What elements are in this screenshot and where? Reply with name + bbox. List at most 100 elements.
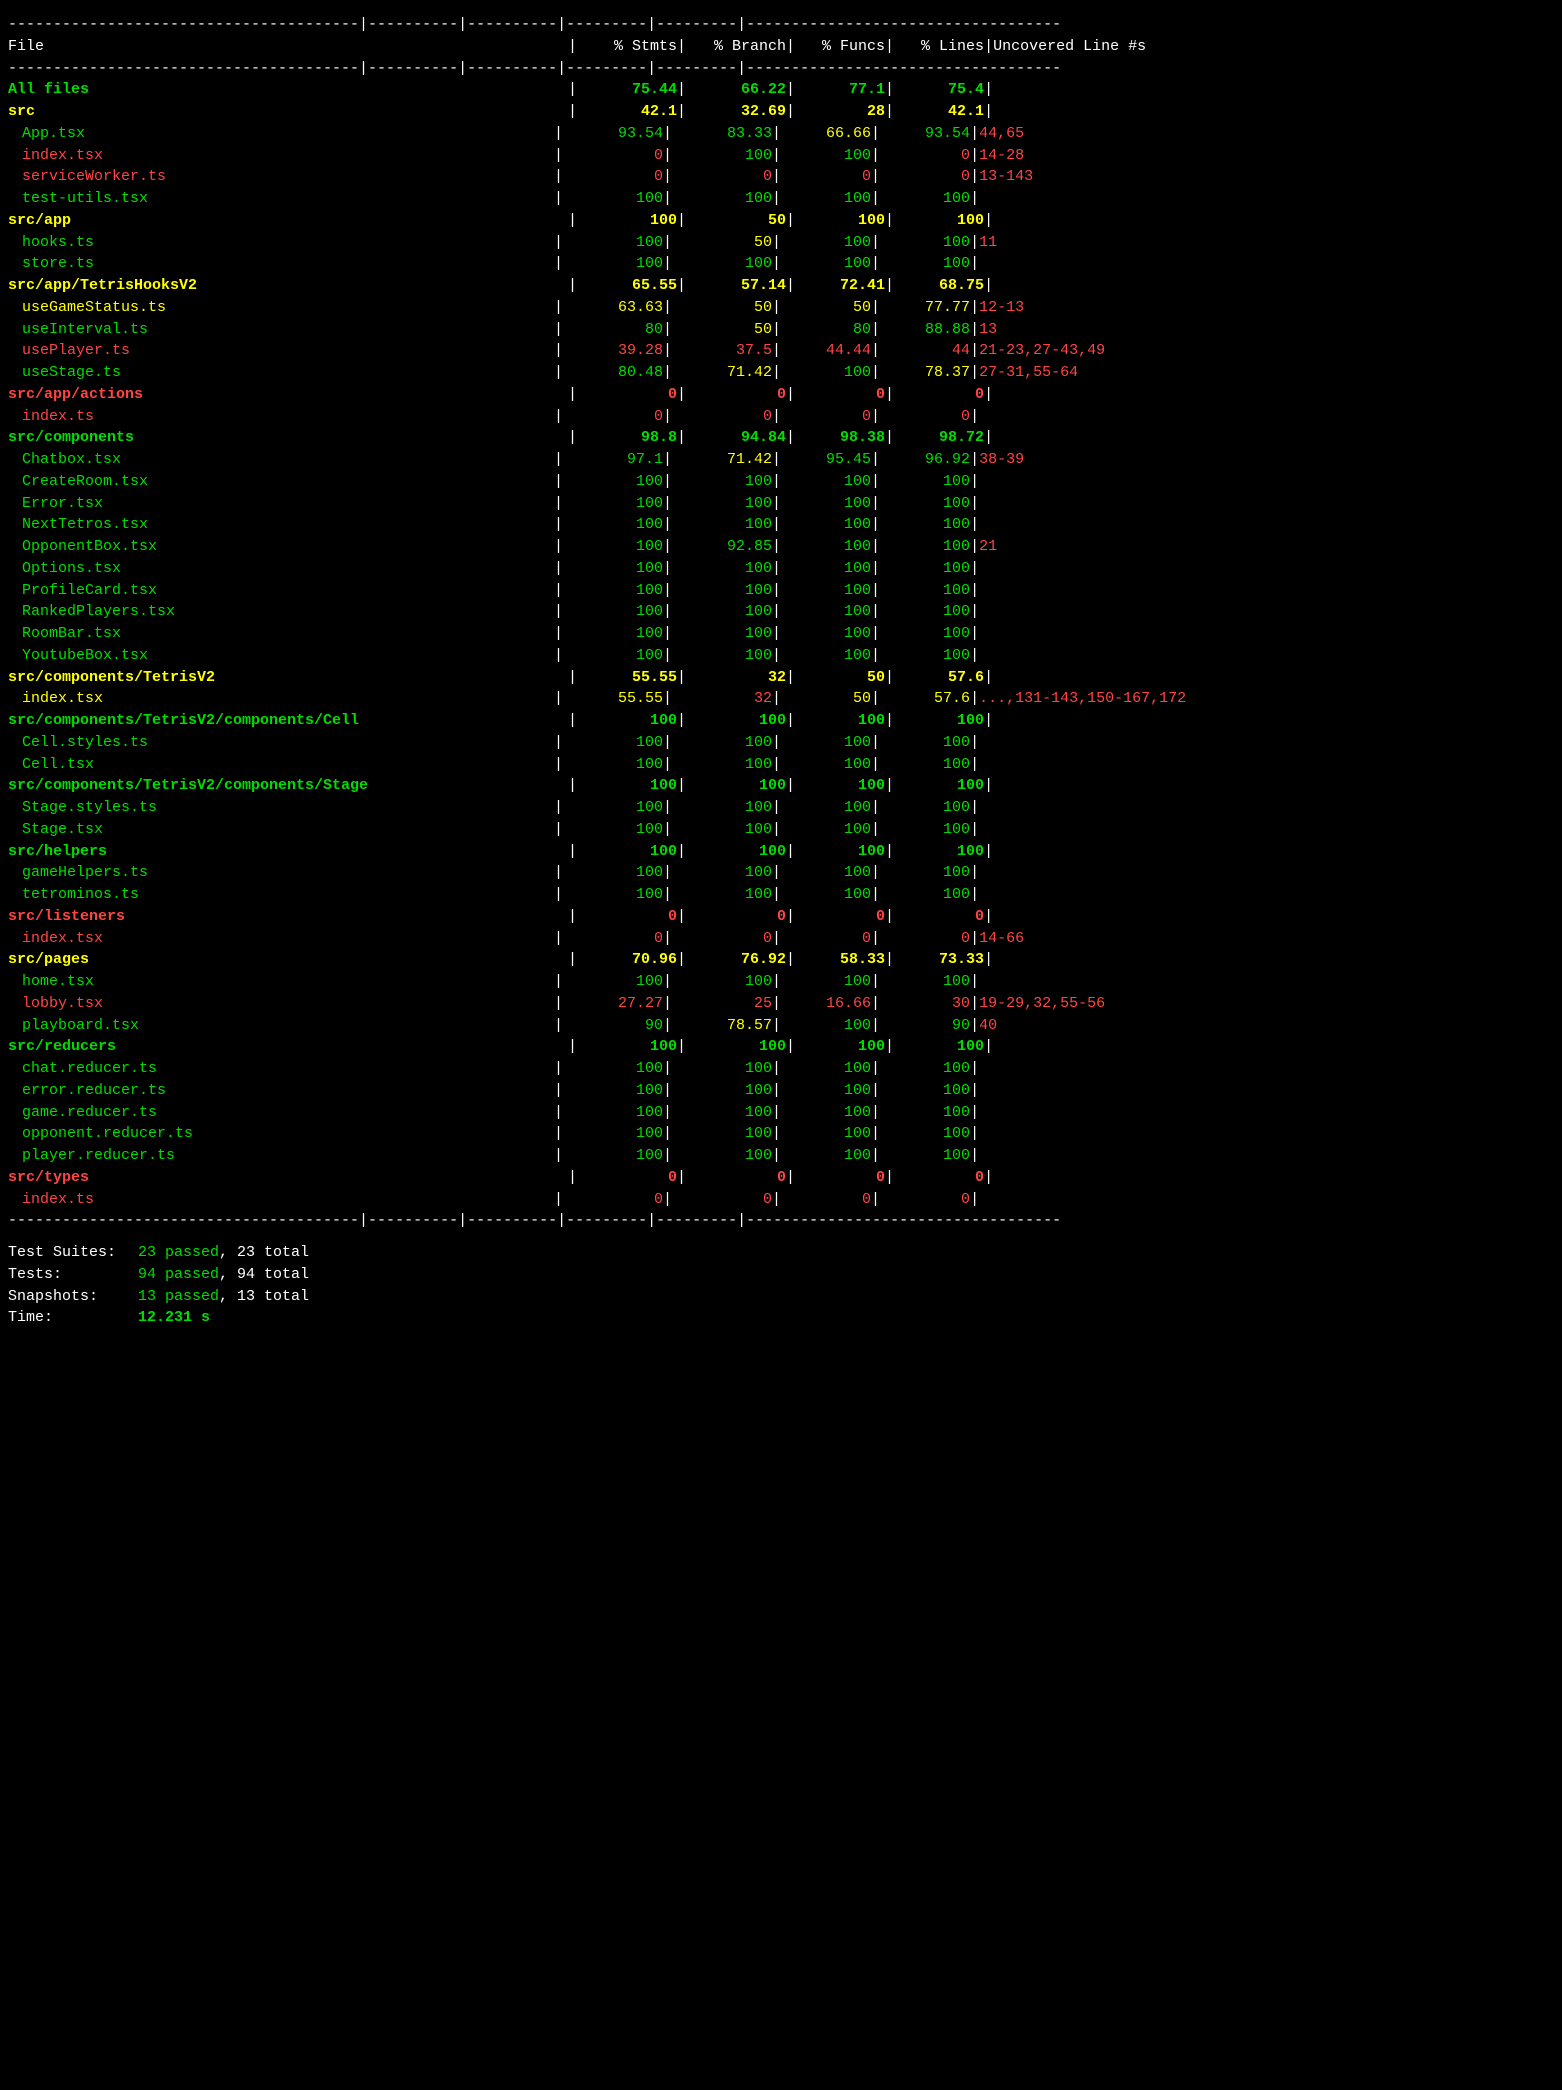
file-name: tetrominos.ts — [8, 884, 554, 906]
section-lines: 57.6 — [894, 667, 984, 689]
file-stmts: 100 — [563, 645, 663, 667]
file-stmts: 39.28 — [563, 340, 663, 362]
file-name: useInterval.ts — [8, 319, 554, 341]
table-row: NextTetros.tsx| 100 | 100 | 100 | 100 | — [8, 514, 1554, 536]
file-name: Chatbox.tsx — [8, 449, 554, 471]
section-funcs: 100 — [795, 710, 885, 732]
file-lines: 77.77 — [880, 297, 970, 319]
file-uncov: 38-39 — [979, 449, 1024, 471]
file-stmts: 100 — [563, 1080, 663, 1102]
file-funcs: 100 — [781, 232, 871, 254]
file-name: usePlayer.ts — [8, 340, 554, 362]
section-stmts: 0 — [577, 1167, 677, 1189]
file-branch: 0 — [672, 166, 772, 188]
file-stmts: 90 — [563, 1015, 663, 1037]
file-branch: 100 — [672, 493, 772, 515]
file-branch: 83.33 — [672, 123, 772, 145]
file-branch: 100 — [672, 884, 772, 906]
file-funcs: 100 — [781, 558, 871, 580]
section-branch: 100 — [686, 841, 786, 863]
file-name: error.reducer.ts — [8, 1080, 554, 1102]
file-stmts: 0 — [563, 406, 663, 428]
file-uncov: 14-28 — [979, 145, 1024, 167]
section-lines: 100 — [894, 710, 984, 732]
section-funcs: 28 — [795, 101, 885, 123]
file-name: playboard.tsx — [8, 1015, 554, 1037]
table-row: useInterval.ts| 80 | 50 | 80 | 88.88 | 1… — [8, 319, 1554, 341]
file-stmts: 80 — [563, 319, 663, 341]
test-suites-label: Test Suites: — [8, 1242, 138, 1264]
table-row: src/app| 100 | 50 | 100 | 100 | — [8, 210, 1554, 232]
file-funcs: 16.66 — [781, 993, 871, 1015]
file-stmts: 0 — [563, 145, 663, 167]
snapshots-comma: , — [219, 1288, 237, 1305]
file-lines: 57.6 — [880, 688, 970, 710]
section-funcs: 50 — [795, 667, 885, 689]
table-row: OpponentBox.tsx| 100 | 92.85 | 100 | 100… — [8, 536, 1554, 558]
table-row: useStage.ts| 80.48 | 71.42 | 100 | 78.37… — [8, 362, 1554, 384]
table-row: CreateRoom.tsx| 100 | 100 | 100 | 100 | — [8, 471, 1554, 493]
file-lines: 100 — [880, 536, 970, 558]
file-uncov: 44,65 — [979, 123, 1024, 145]
file-stmts: 100 — [563, 536, 663, 558]
file-funcs: 100 — [781, 145, 871, 167]
file-name: gameHelpers.ts — [8, 862, 554, 884]
table-row: chat.reducer.ts| 100 | 100 | 100 | 100 | — [8, 1058, 1554, 1080]
table-row: RankedPlayers.tsx| 100 | 100 | 100 | 100… — [8, 601, 1554, 623]
file-stmts: 100 — [563, 1123, 663, 1145]
table-row: lobby.tsx| 27.27 | 25 | 16.66 | 30 | 19-… — [8, 993, 1554, 1015]
test-suites-total: 23 total — [237, 1244, 309, 1261]
file-funcs: 100 — [781, 580, 871, 602]
file-branch: 100 — [672, 601, 772, 623]
file-name: chat.reducer.ts — [8, 1058, 554, 1080]
section-funcs: 100 — [795, 210, 885, 232]
test-suites-passed: 23 passed — [138, 1244, 219, 1261]
file-lines: 93.54 — [880, 123, 970, 145]
table-row: src/pages| 70.96 | 76.92 | 58.33 | 73.33… — [8, 949, 1554, 971]
section-funcs: 0 — [795, 1167, 885, 1189]
file-stmts: 0 — [563, 928, 663, 950]
divider-sub: ---------------------------------------|… — [8, 58, 1554, 80]
table-row: src/components| 98.8 | 94.84 | 98.38 | 9… — [8, 427, 1554, 449]
file-lines: 100 — [880, 1058, 970, 1080]
file-name: index.tsx — [8, 688, 554, 710]
file-name: NextTetros.tsx — [8, 514, 554, 536]
table-row: playboard.tsx| 90 | 78.57 | 100 | 90 | 4… — [8, 1015, 1554, 1037]
section-lines: 100 — [894, 1036, 984, 1058]
file-lines: 100 — [880, 819, 970, 841]
file-stmts: 100 — [563, 232, 663, 254]
table-row: error.reducer.ts| 100 | 100 | 100 | 100 … — [8, 1080, 1554, 1102]
file-lines: 100 — [880, 645, 970, 667]
file-branch: 71.42 — [672, 362, 772, 384]
file-branch: 50 — [672, 297, 772, 319]
file-name: opponent.reducer.ts — [8, 1123, 554, 1145]
section-branch: 32.69 — [686, 101, 786, 123]
file-name: CreateRoom.tsx — [8, 471, 554, 493]
file-stmts: 100 — [563, 819, 663, 841]
file-lines: 100 — [880, 1080, 970, 1102]
file-funcs: 100 — [781, 1102, 871, 1124]
file-branch: 100 — [672, 732, 772, 754]
file-name: Error.tsx — [8, 493, 554, 515]
file-branch: 100 — [672, 471, 772, 493]
file-funcs: 100 — [781, 471, 871, 493]
section-name: src/pages — [8, 949, 568, 971]
table-row: YoutubeBox.tsx| 100 | 100 | 100 | 100 | — [8, 645, 1554, 667]
file-funcs: 100 — [781, 253, 871, 275]
file-branch: 71.42 — [672, 449, 772, 471]
file-stmts: 100 — [563, 1145, 663, 1167]
summary-snapshots: Snapshots:13 passed, 13 total — [8, 1286, 1554, 1308]
file-funcs: 100 — [781, 971, 871, 993]
file-branch: 100 — [672, 623, 772, 645]
section-stmts: 75.44 — [577, 79, 677, 101]
file-funcs: 100 — [781, 623, 871, 645]
table-row: RoomBar.tsx| 100 | 100 | 100 | 100 | — [8, 623, 1554, 645]
header-funcs: % Funcs — [795, 36, 885, 58]
file-name: Options.tsx — [8, 558, 554, 580]
file-branch: 100 — [672, 754, 772, 776]
file-stmts: 100 — [563, 253, 663, 275]
section-name: src/app — [8, 210, 568, 232]
section-funcs: 100 — [795, 1036, 885, 1058]
table-row: src/app/TetrisHooksV2| 65.55 | 57.14 | 7… — [8, 275, 1554, 297]
file-name: test-utils.tsx — [8, 188, 554, 210]
